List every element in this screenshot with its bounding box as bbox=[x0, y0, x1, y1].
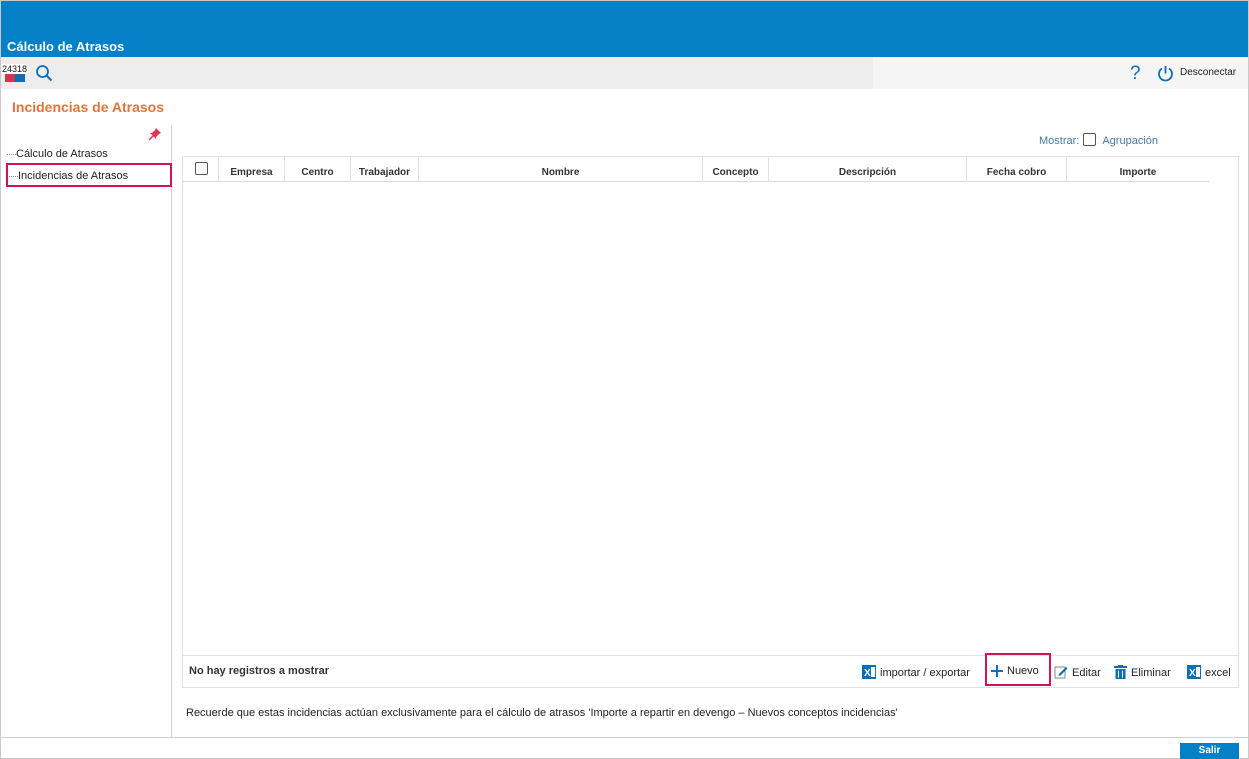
sidebar-item-incidencias-atrasos[interactable]: Incidencias de Atrasos bbox=[6, 163, 172, 187]
grid-footer: No hay registros a mostrar Ximportar / e… bbox=[183, 653, 1238, 688]
grid-header: Empresa Centro Trabajador Nombre Concept… bbox=[183, 157, 1209, 182]
pin-icon[interactable] bbox=[148, 127, 162, 141]
grouping-label[interactable]: Agrupación bbox=[1102, 135, 1158, 147]
column-header-importe[interactable]: Importe bbox=[1067, 157, 1209, 182]
empty-message: No hay registros a mostrar bbox=[189, 665, 329, 677]
sidebar: Cálculo de Atrasos Incidencias de Atraso… bbox=[1, 125, 172, 737]
column-header-centro[interactable]: Centro bbox=[285, 157, 351, 182]
exit-button[interactable]: Salir bbox=[1180, 743, 1239, 759]
power-icon[interactable] bbox=[1157, 65, 1174, 82]
column-header-concepto[interactable]: Concepto bbox=[703, 157, 769, 182]
column-header-empresa[interactable]: Empresa bbox=[219, 157, 285, 182]
edit-label: Editar bbox=[1072, 667, 1101, 679]
excel-icon: X bbox=[862, 665, 876, 679]
import-export-button[interactable]: Ximportar / exportar bbox=[862, 665, 970, 679]
grouping-checkbox[interactable] bbox=[1083, 133, 1097, 146]
column-header-descripcion[interactable]: Descripción bbox=[769, 157, 967, 182]
new-label: Nuevo bbox=[1007, 665, 1039, 677]
app-title: Cálculo de Atrasos bbox=[7, 39, 125, 54]
disconnect-button[interactable]: Desconectar bbox=[1180, 67, 1236, 78]
app-badge: 24318 bbox=[1, 64, 29, 74]
svg-text:X: X bbox=[1189, 668, 1196, 679]
new-button[interactable]: Nuevo bbox=[991, 665, 1039, 677]
delete-label: Eliminar bbox=[1131, 667, 1171, 679]
page-title: Incidencias de Atrasos bbox=[12, 99, 164, 115]
show-options: Mostrar: Agrupación bbox=[1039, 133, 1158, 147]
tree-connector bbox=[7, 154, 16, 155]
excel-label: excel bbox=[1205, 667, 1231, 679]
incidents-grid: Empresa Centro Trabajador Nombre Concept… bbox=[182, 156, 1239, 688]
bottom-bar: Salir bbox=[1, 737, 1248, 759]
column-header-trabajador[interactable]: Trabajador bbox=[351, 157, 419, 182]
help-icon[interactable]: ? bbox=[1130, 63, 1141, 85]
excel-icon: X bbox=[1187, 665, 1201, 679]
sidebar-item-label: Cálculo de Atrasos bbox=[16, 148, 108, 160]
app-window: Cálculo de Atrasos 24318 ? Desconectar I… bbox=[0, 0, 1249, 759]
select-all-checkbox[interactable] bbox=[195, 162, 208, 175]
column-header-nombre[interactable]: Nombre bbox=[419, 157, 703, 182]
import-export-label: importar / exportar bbox=[880, 667, 970, 679]
edit-button[interactable]: Editar bbox=[1054, 665, 1101, 679]
title-bar: Cálculo de Atrasos bbox=[1, 1, 1248, 57]
tree-connector bbox=[9, 176, 18, 177]
app-logo-icon[interactable]: 24318 bbox=[1, 64, 29, 82]
plus-icon bbox=[991, 665, 1003, 677]
column-header-fecha-cobro[interactable]: Fecha cobro bbox=[967, 157, 1067, 182]
excel-button[interactable]: Xexcel bbox=[1187, 665, 1231, 679]
sidebar-item-label: Incidencias de Atrasos bbox=[18, 170, 129, 182]
toolbar-background bbox=[1, 57, 873, 89]
info-note: Recuerde que estas incidencias actúan ex… bbox=[186, 707, 898, 719]
trash-icon bbox=[1114, 665, 1127, 679]
svg-text:X: X bbox=[864, 668, 871, 679]
edit-icon bbox=[1054, 666, 1068, 679]
toolbar: 24318 ? Desconectar bbox=[1, 57, 1248, 89]
search-icon[interactable] bbox=[35, 64, 53, 82]
delete-button[interactable]: Eliminar bbox=[1114, 665, 1171, 679]
select-all-cell bbox=[183, 157, 219, 182]
show-label: Mostrar: bbox=[1039, 135, 1080, 147]
